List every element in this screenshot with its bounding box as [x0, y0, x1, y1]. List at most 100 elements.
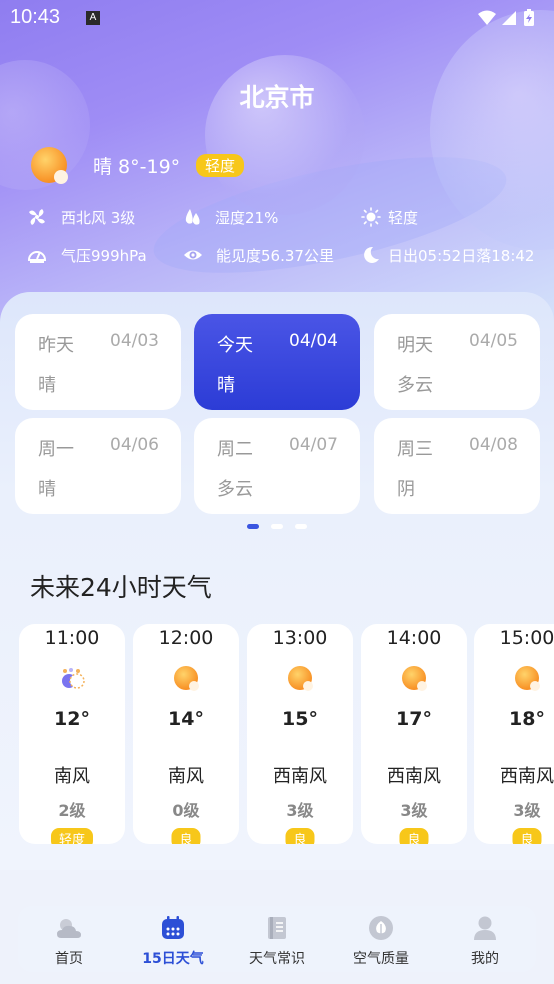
- hour-wind: 西南风: [387, 766, 441, 787]
- nav-air-quality[interactable]: 空气质量: [336, 906, 426, 972]
- day-name: 周一: [38, 439, 74, 460]
- bottom-nav: 首页 15日天气 天气常识 空气质量 我的: [18, 906, 536, 972]
- nav-label: 空气质量: [353, 951, 409, 967]
- hour-temp: 15°: [282, 708, 318, 730]
- day-condition: 晴: [38, 479, 56, 500]
- notification-icon: A: [86, 11, 100, 25]
- air-info: 轻度: [388, 209, 419, 227]
- book-icon: [268, 917, 286, 939]
- signal-icon: [502, 11, 516, 25]
- day-card-yesterday[interactable]: 昨天 04/03 晴: [15, 314, 181, 410]
- hour-card[interactable]: 12:00 14° 南风 0级 良: [133, 624, 239, 844]
- leaf-icon: [369, 916, 393, 940]
- sun-icon: [288, 666, 313, 691]
- hour-temp: 12°: [54, 708, 90, 730]
- day-condition: 阴: [397, 479, 415, 500]
- status-icons: [478, 9, 534, 26]
- day-card-today[interactable]: 今天 04/04 晴: [194, 314, 360, 410]
- day-card-tue[interactable]: 周二 04/07 多云: [194, 418, 360, 514]
- cloudy-night-icon: [62, 668, 85, 689]
- nav-knowledge[interactable]: 天气常识: [232, 906, 322, 972]
- hour-wind-level: 3级: [513, 801, 541, 820]
- day-card-wed[interactable]: 周三 04/08 阴: [374, 418, 540, 514]
- sun-small-icon: [361, 207, 381, 227]
- current-condition-temp: 晴 8°-19°: [93, 156, 181, 178]
- hour-wind: 南风: [168, 766, 204, 787]
- hour-aq-badge: 良: [285, 828, 315, 844]
- hour-temp: 18°: [509, 708, 545, 730]
- wind-fan-icon: [29, 209, 45, 225]
- day-date: 04/03: [110, 331, 159, 351]
- hour-wind-level: 3级: [400, 801, 428, 820]
- hour-card[interactable]: 14:00 17° 西南风 3级 良: [361, 624, 467, 844]
- calendar-icon: [162, 916, 184, 939]
- pressure-gauge-icon: [27, 251, 47, 263]
- day-card-tomorrow[interactable]: 明天 04/05 多云: [374, 314, 540, 410]
- day-condition: 晴: [217, 375, 235, 396]
- hour-card[interactable]: 13:00 15° 西南风 3级 良: [247, 624, 353, 844]
- day-date: 04/04: [289, 331, 338, 351]
- day-name: 周二: [217, 439, 253, 460]
- sunrise-sunset-info: 日出05:52日落18:42: [388, 247, 535, 265]
- hour-aq-badge: 良: [171, 828, 201, 844]
- hour-aq-badge: 良: [399, 828, 429, 844]
- sun-icon: [402, 666, 427, 691]
- hour-wind: 南风: [54, 766, 90, 787]
- day-name: 周三: [397, 439, 433, 460]
- hour-wind-level: 0级: [172, 801, 200, 820]
- hour-wind-level: 3级: [286, 801, 314, 820]
- humidity-icon: [185, 209, 200, 225]
- pager-dot: [295, 524, 307, 529]
- hour-wind-level: 2级: [58, 801, 86, 820]
- hourly-section-title: 未来24小时天气: [30, 573, 212, 602]
- status-bar: 10:43 A: [0, 0, 554, 38]
- nav-15day[interactable]: 15日天气: [128, 906, 218, 972]
- hour-time: 12:00: [158, 627, 214, 649]
- nav-label: 我的: [471, 951, 499, 967]
- hour-card[interactable]: 11:00 12° 南风 2级 轻度: [19, 624, 125, 844]
- visibility-info: 能见度56.37公里: [216, 247, 334, 265]
- nav-label: 首页: [55, 951, 83, 967]
- hour-time: 15:00: [499, 627, 554, 649]
- air-quality-badge[interactable]: 轻度: [196, 154, 245, 177]
- hour-wind: 西南风: [273, 766, 327, 787]
- day-condition: 晴: [38, 375, 56, 396]
- moon-icon: [364, 246, 379, 263]
- nav-label: 天气常识: [249, 951, 305, 967]
- nav-home[interactable]: 首页: [24, 906, 114, 972]
- status-time: 10:43: [10, 6, 61, 28]
- hour-time: 11:00: [44, 627, 100, 649]
- day-date: 04/06: [110, 435, 159, 455]
- pager-dot: [271, 524, 283, 529]
- sun-icon: [31, 147, 68, 184]
- city-title[interactable]: 北京市: [0, 78, 554, 114]
- hour-temp: 14°: [168, 708, 204, 730]
- day-name: 明天: [397, 335, 433, 356]
- hour-temp: 17°: [396, 708, 432, 730]
- day-date: 04/05: [469, 331, 518, 351]
- nav-label: 15日天气: [142, 951, 204, 967]
- humidity-info: 湿度21%: [215, 209, 279, 227]
- hour-aq-badge: 良: [512, 828, 542, 844]
- sun-icon: [515, 666, 540, 691]
- hour-time: 13:00: [272, 627, 328, 649]
- sun-icon: [174, 666, 199, 691]
- day-date: 04/08: [469, 435, 518, 455]
- hour-card[interactable]: 15:00 18° 西南风 3级 良: [474, 624, 554, 844]
- pressure-info: 气压999hPa: [61, 247, 147, 265]
- day-condition: 多云: [397, 375, 433, 396]
- day-date: 04/07: [289, 435, 338, 455]
- hour-wind: 西南风: [500, 766, 554, 787]
- wifi-icon: [478, 10, 496, 25]
- day-card-mon[interactable]: 周一 04/06 晴: [15, 418, 181, 514]
- day-condition: 多云: [217, 479, 253, 500]
- cloud-sun-icon: [57, 919, 81, 938]
- hour-time: 14:00: [386, 627, 442, 649]
- day-name: 昨天: [38, 335, 74, 356]
- nav-profile[interactable]: 我的: [440, 906, 530, 972]
- pager-dot-active: [247, 524, 259, 529]
- hero-background: [0, 0, 554, 330]
- hour-aq-badge: 轻度: [50, 828, 94, 844]
- wind-info: 西北风 3级: [61, 209, 136, 227]
- eye-icon: [184, 250, 202, 260]
